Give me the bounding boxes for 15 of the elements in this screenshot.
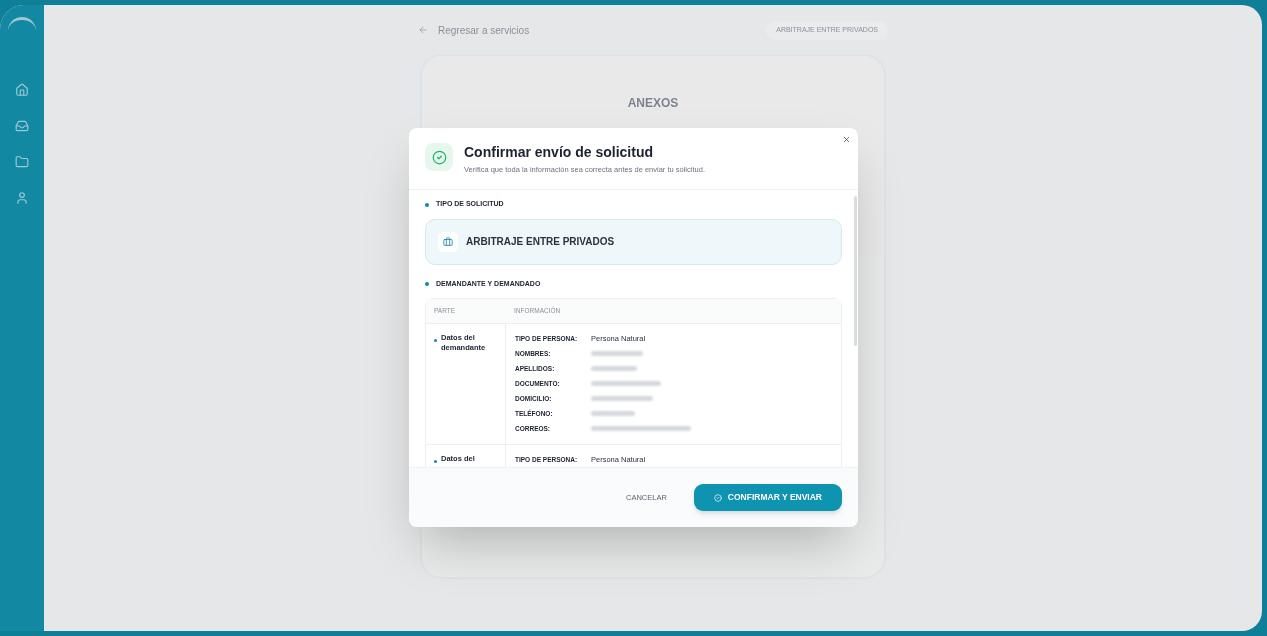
card-title: ANEXOS — [627, 94, 679, 112]
user-icon[interactable] — [15, 191, 29, 205]
confirm-button[interactable]: CONFIRMAR Y ENVIAR — [693, 484, 842, 511]
check-icon — [713, 493, 722, 502]
scrollbar[interactable] — [854, 196, 857, 347]
dialog-title: Confirmar envío de solicitud — [464, 143, 655, 161]
close-icon — [841, 134, 851, 144]
back-arrow-icon[interactable] — [418, 25, 428, 36]
briefcase-icon — [438, 231, 458, 252]
request-type: ARBITRAJE ENTRE PRIVADOS — [466, 235, 615, 250]
inbox-icon[interactable] — [15, 119, 29, 133]
check-icon — [425, 143, 453, 171]
folder-icon[interactable] — [15, 155, 29, 169]
home-icon[interactable] — [15, 83, 29, 97]
back-link[interactable]: Regresar a servicios — [438, 22, 530, 38]
